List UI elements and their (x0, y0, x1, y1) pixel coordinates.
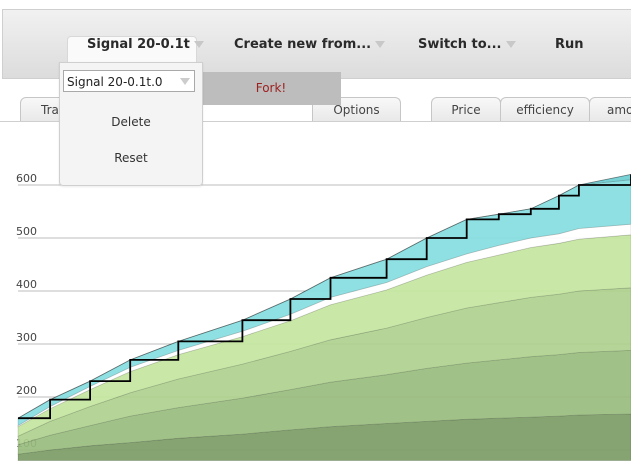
switch-to-menu[interactable]: Switch to... (418, 37, 516, 52)
strategy-dropdown: Signal 20-0.1t.0 Delete Reset (59, 62, 203, 186)
y-tick-label: 400 (16, 278, 37, 291)
switch-to-label: Switch to... (418, 37, 502, 52)
chevron-down-icon (375, 41, 386, 48)
y-tick-label: 200 (16, 384, 37, 397)
delete-button[interactable]: Delete (60, 115, 202, 129)
tab-amo[interactable]: amo (589, 97, 631, 122)
current-strategy-label: Signal 20-0.1t (87, 37, 190, 52)
chevron-down-icon (505, 41, 516, 48)
tab-price[interactable]: Price (431, 97, 501, 122)
create-new-from-menu[interactable]: Create new from... (234, 37, 386, 52)
strategy-select[interactable]: Signal 20-0.1t.0 (63, 70, 195, 92)
reset-button[interactable]: Reset (60, 151, 202, 165)
create-new-from-label: Create new from... (234, 37, 372, 52)
current-strategy-menu[interactable]: Signal 20-0.1t (87, 37, 204, 52)
run-button[interactable]: Run (555, 37, 584, 52)
fork-button[interactable]: Fork! (201, 72, 341, 105)
strategy-select-value: Signal 20-0.1t.0 (67, 75, 163, 89)
chevron-down-icon (193, 41, 204, 48)
run-label: Run (555, 37, 584, 52)
y-tick-label: 600 (16, 172, 37, 185)
chevron-down-icon (180, 78, 190, 85)
y-tick-label: 500 (16, 225, 37, 238)
tab-efficiency[interactable]: efficiency (500, 97, 590, 122)
y-tick-label: 300 (16, 331, 37, 344)
